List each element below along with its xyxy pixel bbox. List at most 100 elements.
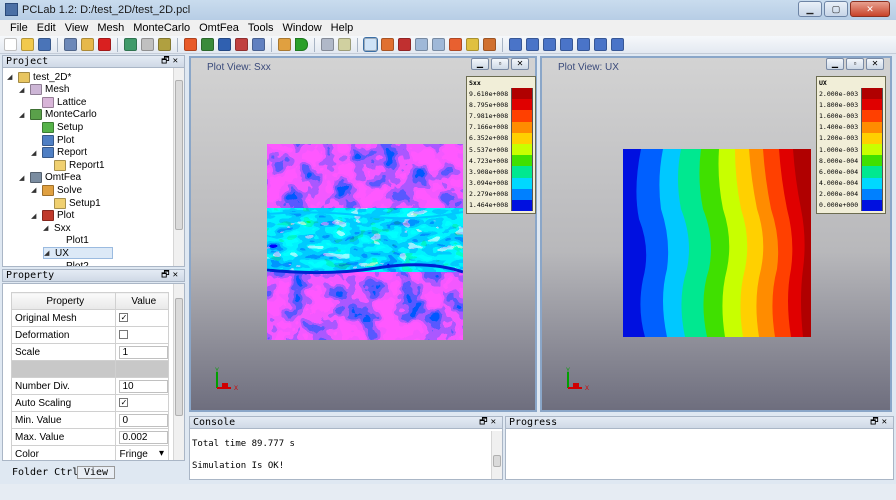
property-checkbox[interactable]: ✓ <box>119 398 129 408</box>
mesh-view-icon[interactable] <box>321 38 334 51</box>
dropdown-arrow-icon[interactable]: ▾ <box>159 448 164 459</box>
menu-window[interactable]: Window <box>279 20 327 36</box>
plot-view-ux[interactable]: Plot View: UX ▁ ▫ ✕ UX 2.000e-003 1.800e-… <box>540 56 892 412</box>
run-icon[interactable] <box>295 38 308 51</box>
tree-item-ux[interactable]: ◢ UX <box>43 247 113 260</box>
record-icon[interactable] <box>98 38 111 51</box>
fit-icon[interactable] <box>449 38 462 51</box>
tree-item-setup[interactable]: Setup <box>31 121 83 133</box>
report-icon[interactable] <box>252 38 265 51</box>
tree-item-solve[interactable]: ◢ Solve <box>31 184 82 196</box>
tree-item-plot[interactable]: ◢ Plot <box>31 210 74 222</box>
property-scrollbar[interactable] <box>173 284 184 460</box>
menu-montecarlo[interactable]: MonteCarlo <box>129 20 195 36</box>
property-select[interactable]: Fringe <box>119 449 147 460</box>
probe-icon[interactable] <box>466 38 479 51</box>
view-front-icon[interactable] <box>509 38 522 51</box>
property-input[interactable]: 10 <box>119 379 168 393</box>
undo-icon[interactable] <box>124 38 137 51</box>
panel-float-icon[interactable]: 🗗 <box>870 417 881 427</box>
eraser-icon[interactable] <box>141 38 154 51</box>
solve-icon[interactable] <box>278 38 291 51</box>
tab-view[interactable]: View <box>77 466 116 479</box>
print-icon[interactable] <box>64 38 77 51</box>
minimize-button[interactable]: ▁ <box>798 1 822 17</box>
legend-icon[interactable] <box>483 38 496 51</box>
tree-item-report[interactable]: ◢ Report <box>31 147 87 159</box>
tab-folder-ctrl[interactable]: Folder Ctrl. <box>12 467 84 478</box>
view-back-icon[interactable] <box>526 38 539 51</box>
expand-arrow-icon[interactable]: ◢ <box>31 212 39 220</box>
property-input[interactable]: 0.002 <box>119 430 168 444</box>
panel-float-icon[interactable]: 🗗 <box>479 417 490 427</box>
resize-icon[interactable] <box>338 38 351 51</box>
table-icon[interactable] <box>235 38 248 51</box>
folder-icon[interactable] <box>81 38 94 51</box>
menu-view[interactable]: View <box>61 20 94 36</box>
expand-arrow-icon[interactable]: ◢ <box>44 249 52 257</box>
panel-close-icon[interactable]: ✕ <box>173 270 181 280</box>
view-right-icon[interactable] <box>560 38 573 51</box>
view-minimize-button[interactable]: ▁ <box>471 58 489 70</box>
property-checkbox[interactable]: ✓ <box>119 313 129 323</box>
new-file-icon[interactable] <box>4 38 17 51</box>
menu-omtfea[interactable]: OmtFea <box>195 20 244 36</box>
expand-arrow-icon[interactable]: ◢ <box>19 86 27 94</box>
expand-arrow-icon[interactable]: ◢ <box>31 149 39 157</box>
tree-item-mesh[interactable]: ◢ Mesh <box>19 84 69 96</box>
console-scrollbar[interactable] <box>491 431 502 479</box>
panel-float-icon[interactable]: 🗗 <box>161 56 172 66</box>
view-close-button[interactable]: ✕ <box>866 58 884 70</box>
tree-item-sxx[interactable]: ◢ Sxx <box>43 222 71 234</box>
view-minimize-button[interactable]: ▁ <box>826 58 844 70</box>
menu-tools[interactable]: Tools <box>244 20 279 36</box>
expand-arrow-icon[interactable]: ◢ <box>7 73 15 81</box>
maximize-button[interactable]: ▢ <box>824 1 848 17</box>
menu-file[interactable]: File <box>6 20 33 36</box>
expand-arrow-icon[interactable]: ◢ <box>19 174 27 182</box>
tree-item-lattice[interactable]: Lattice <box>31 96 86 108</box>
tree-item-report1[interactable]: Report1 <box>43 159 105 171</box>
open-folder-icon[interactable] <box>21 38 34 51</box>
view-left-icon[interactable] <box>543 38 556 51</box>
tree-item-test-2d-[interactable]: ◢ test_2D* <box>7 71 71 83</box>
view-restore-button[interactable]: ▫ <box>491 58 509 70</box>
expand-arrow-icon[interactable]: ◢ <box>19 111 27 119</box>
zoom-box-icon[interactable] <box>432 38 445 51</box>
select-cursor-icon[interactable] <box>363 37 378 52</box>
zoom-icon[interactable] <box>415 38 428 51</box>
tree-item-setup1[interactable]: Setup1 <box>43 197 101 209</box>
view-close-button[interactable]: ✕ <box>511 58 529 70</box>
property-checkbox[interactable] <box>119 330 129 340</box>
tree-item-plot1[interactable]: Plot1 <box>55 235 89 247</box>
menu-mesh[interactable]: Mesh <box>93 20 129 36</box>
chart-icon[interactable] <box>218 38 231 51</box>
view-iso-icon[interactable] <box>611 38 624 51</box>
menu-edit[interactable]: Edit <box>33 20 61 36</box>
tree-item-montecarlo[interactable]: ◢ MonteCarlo <box>19 109 97 121</box>
montecarlo-icon[interactable] <box>184 38 197 51</box>
close-button[interactable]: ✕ <box>850 1 890 17</box>
view-bottom-icon[interactable] <box>594 38 607 51</box>
panel-float-icon[interactable]: 🗗 <box>161 270 172 280</box>
pan-icon[interactable] <box>398 38 411 51</box>
save-icon[interactable] <box>38 38 51 51</box>
project-scrollbar[interactable] <box>173 68 184 266</box>
rotate-icon[interactable] <box>381 38 394 51</box>
plot-view-sxx[interactable]: Plot View: Sxx ▁ ▫ ✕ Sxx 9.610e+008 8.79… <box>189 56 537 412</box>
expand-arrow-icon[interactable]: ◢ <box>43 224 51 232</box>
tree-item-plot[interactable]: Plot <box>31 134 74 146</box>
export-icon[interactable] <box>158 38 171 51</box>
grid-icon[interactable] <box>201 38 214 51</box>
view-top-icon[interactable] <box>577 38 590 51</box>
expand-arrow-icon[interactable]: ◢ <box>31 186 39 194</box>
tree-item-plot2[interactable]: Plot2 <box>55 260 89 267</box>
property-input[interactable]: 1 <box>119 345 168 359</box>
panel-close-icon[interactable]: ✕ <box>491 417 499 427</box>
panel-close-icon[interactable]: ✕ <box>882 417 890 427</box>
panel-close-icon[interactable]: ✕ <box>173 56 181 66</box>
menu-help[interactable]: Help <box>327 20 359 36</box>
tree-item-omtfea[interactable]: ◢ OmtFea <box>19 172 81 184</box>
property-input[interactable]: 0 <box>119 413 168 427</box>
view-restore-button[interactable]: ▫ <box>846 58 864 70</box>
